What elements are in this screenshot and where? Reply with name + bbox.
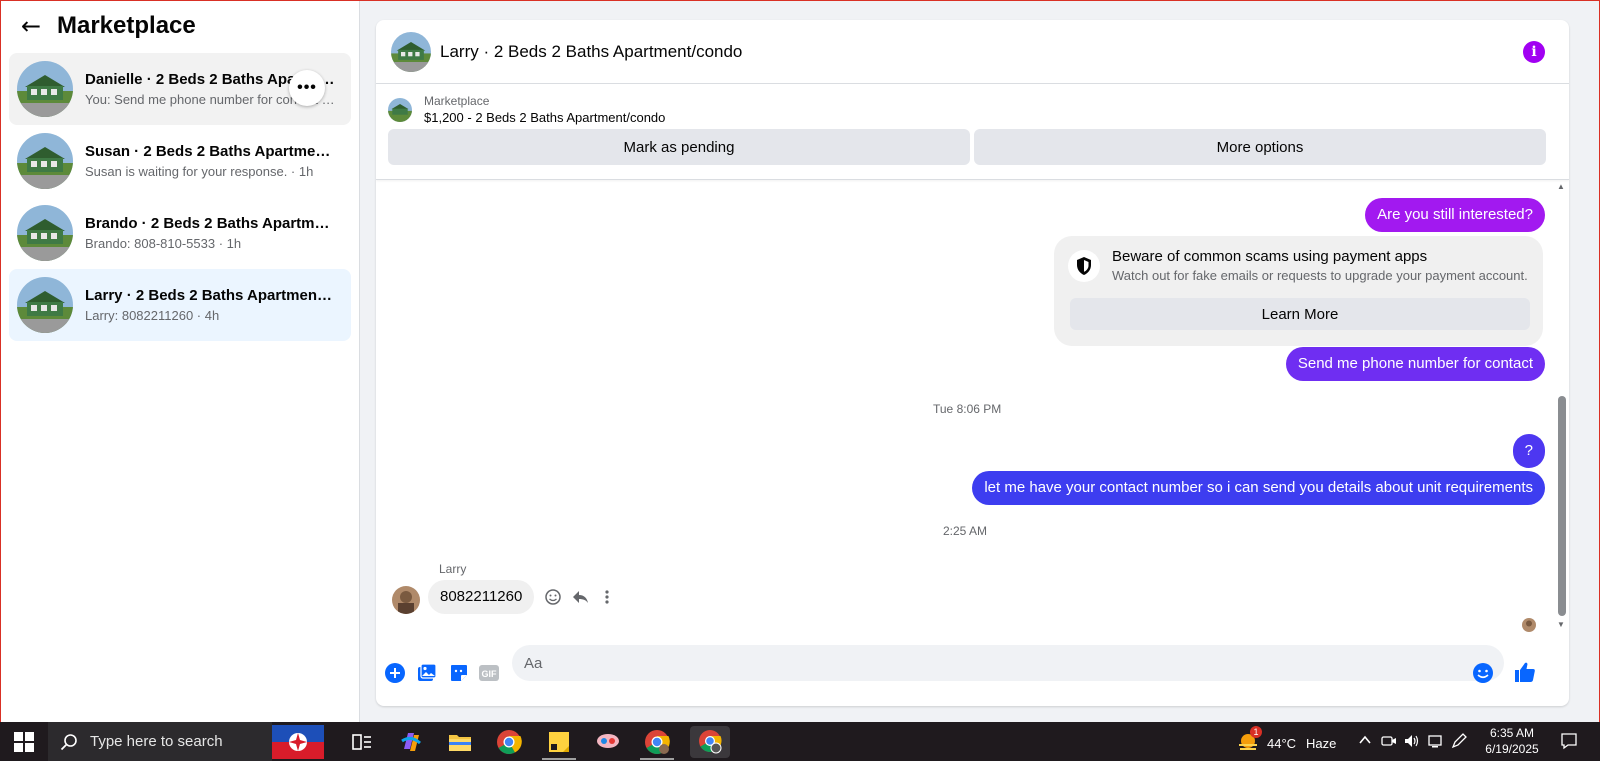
outgoing-message[interactable]: Are you still interested? — [1365, 198, 1545, 232]
house-avatar — [17, 277, 73, 333]
network-icon[interactable] — [1428, 733, 1444, 752]
sidebar-title: Marketplace — [57, 12, 196, 39]
conversation-item-larry[interactable]: Larry · 2 Beds 2 Baths Apartment/condo L… — [9, 269, 351, 341]
search-placeholder: Type here to search — [90, 733, 223, 750]
task-view-icon[interactable] — [349, 729, 375, 755]
conversation-name: Larry · 2 Beds 2 Baths Apartment/condo — [85, 287, 335, 304]
conversation-preview: Susan is waiting for your response. · 1h — [85, 164, 314, 179]
pen-icon[interactable] — [1451, 733, 1467, 752]
sender-avatar[interactable] — [392, 586, 420, 614]
weather-condition: Haze — [1306, 735, 1337, 751]
active-app-indicator — [542, 758, 576, 760]
read-receipt-avatar — [1522, 618, 1536, 632]
news-widget-icon[interactable] — [272, 725, 324, 759]
chat-panel: Larry · 2 Beds 2 Baths Apartment/condo i… — [376, 20, 1569, 706]
mark-as-pending-button[interactable]: Mark as pending — [388, 129, 970, 165]
conversation-preview: Larry: 8082211260 · 4h — [85, 308, 220, 323]
listing-price-title[interactable]: $1,200 - 2 Beds 2 Baths Apartment/condo — [424, 110, 665, 125]
conversation-name: Susan · 2 Beds 2 Baths Apartment/condo — [85, 143, 335, 160]
marketplace-listing-bar: Marketplace $1,200 - 2 Beds 2 Baths Apar… — [376, 84, 1569, 180]
weather-badge: 1 — [1250, 726, 1262, 738]
gif-icon[interactable]: GIF — [478, 662, 500, 684]
message-input[interactable] — [512, 645, 1504, 681]
chrome-icon[interactable] — [496, 729, 522, 755]
house-avatar — [17, 205, 73, 261]
reply-icon[interactable] — [569, 586, 591, 608]
chrome-profile-icon[interactable] — [644, 729, 670, 755]
outgoing-message[interactable]: ? — [1512, 434, 1545, 468]
show-hidden-icons-chevron-icon[interactable] — [1358, 733, 1372, 750]
photo-icon[interactable] — [416, 662, 438, 684]
more-options-button[interactable]: ••• — [289, 70, 325, 106]
taskbar-search-box[interactable]: Type here to search — [48, 722, 272, 761]
info-icon[interactable]: i — [1523, 41, 1545, 63]
thumbs-up-icon[interactable] — [1512, 659, 1538, 685]
emoji-icon[interactable] — [1472, 662, 1494, 684]
volume-icon[interactable] — [1404, 733, 1420, 752]
notification-center-icon[interactable] — [1560, 732, 1578, 753]
system-clock[interactable]: 6:35 AM 6/19/2025 — [1474, 725, 1550, 757]
house-avatar — [17, 133, 73, 189]
windows-taskbar: Type here to search 1 44°C Haze 6:35 AM … — [0, 722, 1600, 761]
learn-more-button[interactable]: Learn More — [1070, 298, 1530, 330]
house-avatar[interactable] — [391, 31, 431, 72]
windows-start-icon[interactable] — [14, 732, 34, 752]
message-composer: GIF — [376, 642, 1569, 706]
outgoing-message[interactable]: let me have your contact number so i can… — [972, 471, 1545, 505]
shield-icon — [1068, 250, 1100, 282]
scroll-thumb[interactable] — [1558, 396, 1566, 616]
scam-warning-description: Watch out for fake emails or requests to… — [1112, 268, 1528, 283]
file-explorer-icon[interactable] — [447, 729, 473, 755]
message-scrollbar[interactable]: ▲ ▼ — [1555, 180, 1567, 640]
scam-warning-title: Beware of common scams using payment app… — [1112, 248, 1428, 265]
chat-title[interactable]: Larry · 2 Beds 2 Baths Apartment/condo — [440, 42, 742, 62]
search-icon — [60, 733, 77, 750]
scroll-up-arrow-icon[interactable]: ▲ — [1557, 182, 1565, 191]
clock-date: 6/19/2025 — [1485, 742, 1539, 756]
chat-header: Larry · 2 Beds 2 Baths Apartment/condo i — [376, 20, 1569, 84]
meet-now-icon[interactable] — [1381, 733, 1397, 752]
conversation-item-danielle[interactable]: Danielle · 2 Beds 2 Baths Apartment/cond… — [9, 53, 351, 125]
listing-label: Marketplace — [424, 94, 490, 108]
gif-label: GIF — [482, 669, 498, 679]
conversation-preview: Brando: 808-810-5533 · 1h — [85, 236, 242, 251]
scroll-down-arrow-icon[interactable]: ▼ — [1557, 620, 1565, 629]
weather-widget[interactable]: 1 44°C Haze — [1237, 726, 1337, 754]
conversation-list: Danielle · 2 Beds 2 Baths Apartment/cond… — [1, 51, 359, 343]
scam-warning-card: Beware of common scams using payment app… — [1054, 236, 1543, 346]
listing-thumbnail[interactable] — [388, 97, 412, 122]
conversation-sidebar: ← Marketplace Danielle · 2 Beds 2 Baths … — [1, 1, 360, 722]
react-icon[interactable] — [542, 586, 564, 608]
snipping-tool-icon[interactable] — [595, 729, 621, 755]
back-arrow-icon[interactable]: ← — [21, 12, 51, 40]
house-avatar — [17, 61, 73, 117]
sender-name: Larry — [439, 562, 467, 576]
outgoing-message[interactable]: Send me phone number for contact — [1285, 347, 1545, 381]
active-app-indicator — [640, 758, 674, 760]
conversation-item-brando[interactable]: Brando · 2 Beds 2 Baths Apartment/condo … — [9, 197, 351, 269]
sticker-icon[interactable] — [448, 662, 470, 684]
more-options-button[interactable]: More options — [974, 129, 1546, 165]
incoming-message[interactable]: 8082211260 — [428, 580, 535, 614]
chrome-active-window-icon[interactable] — [690, 726, 730, 758]
conversation-item-susan[interactable]: Susan · 2 Beds 2 Baths Apartment/condo S… — [9, 125, 351, 197]
clock-time: 6:35 AM — [1489, 726, 1535, 740]
sticky-notes-icon[interactable] — [546, 729, 572, 755]
copilot-icon[interactable] — [398, 729, 424, 755]
message-thread: Are you still interested? Beware of comm… — [376, 180, 1569, 642]
temperature: 44°C — [1267, 735, 1297, 751]
timestamp: 2:25 AM — [943, 524, 988, 538]
plus-icon[interactable] — [384, 662, 406, 684]
more-vertical-icon[interactable] — [596, 586, 618, 608]
sidebar-header: ← Marketplace — [1, 1, 359, 51]
conversation-name: Brando · 2 Beds 2 Baths Apartment/condo — [85, 215, 335, 232]
timestamp: Tue 8:06 PM — [933, 402, 1002, 416]
